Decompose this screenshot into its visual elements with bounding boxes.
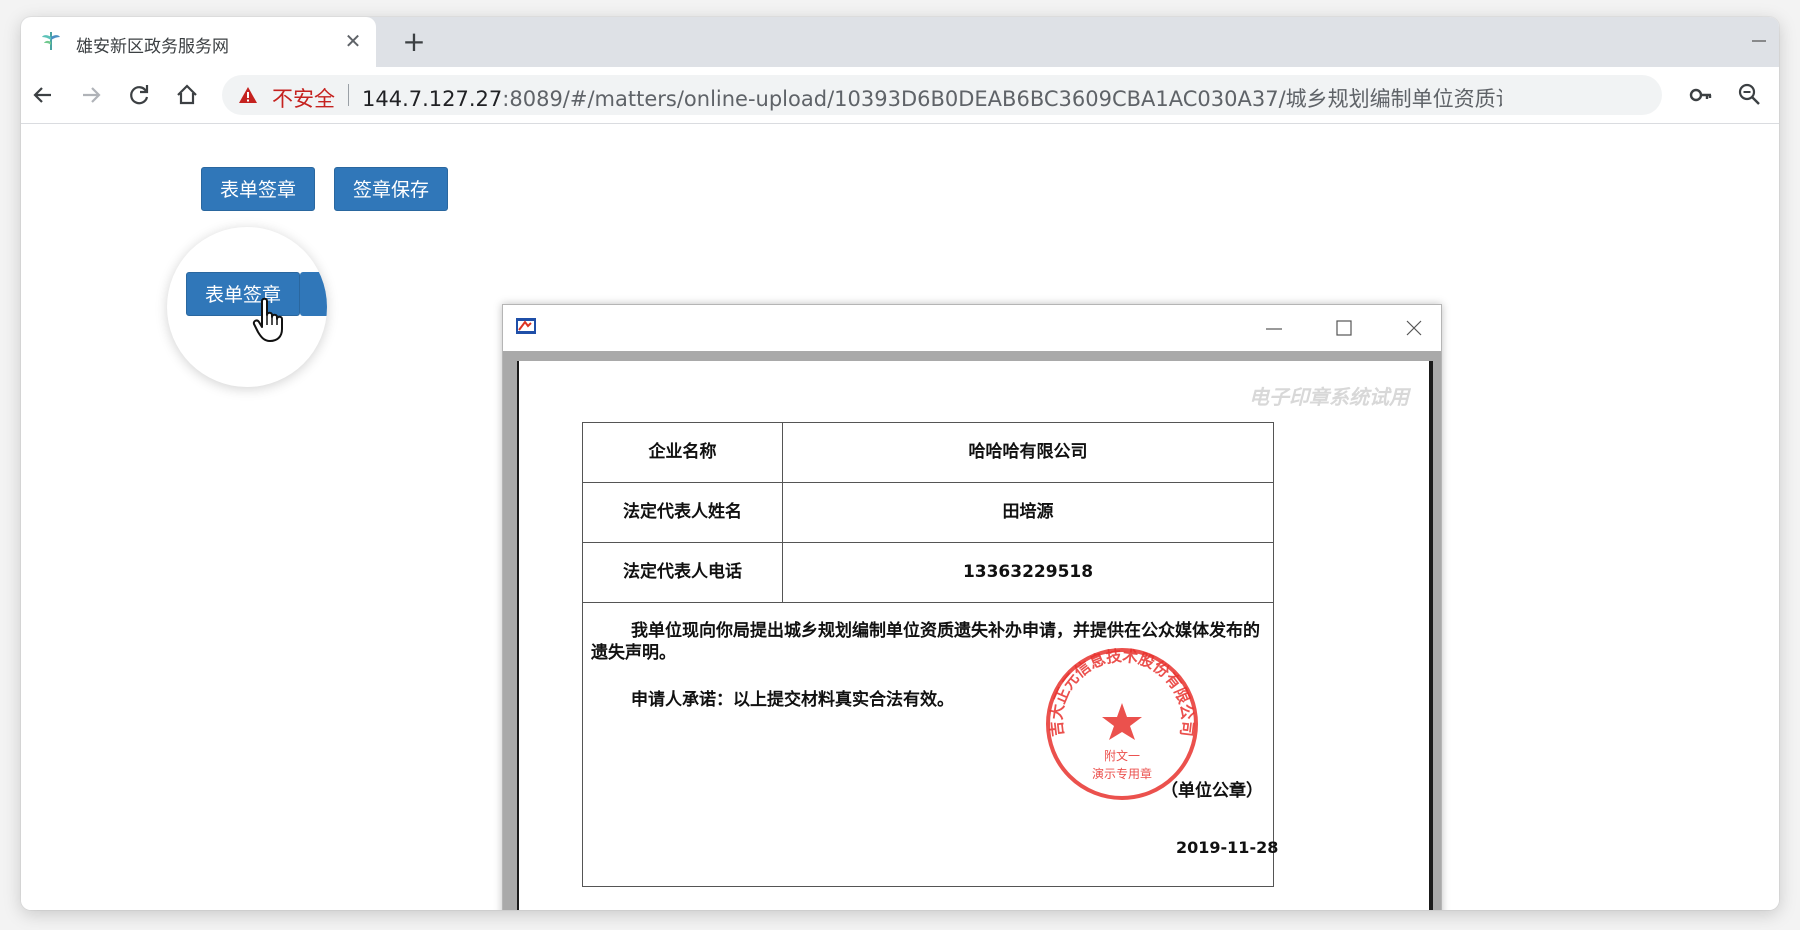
company-name-label: 企业名称 [583,423,783,482]
zoom-out-icon[interactable] [1736,81,1762,107]
new-tab-button[interactable]: + [399,27,429,57]
seal-sub-text-1: 附文一 [1104,748,1140,763]
not-secure-label[interactable]: 不安全 [272,83,335,113]
url-host: 144.7.127.27 [362,87,503,111]
click-highlight-magnifier: 表单签章 [167,227,327,387]
application-form-table: 企业名称 哈哈哈有限公司 法定代表人姓名 田培源 法定代表人电话 1336322… [582,422,1278,887]
sign-save-button[interactable]: 签章保存 [334,167,449,211]
trial-watermark: 电子印章系统试用 [1249,385,1409,409]
tab-title: 雄安新区政务服务网 [76,37,229,57]
form-sign-button[interactable]: 表单签章 [201,167,316,211]
home-icon[interactable] [173,81,201,109]
document-viewer[interactable]: 电子印章系统试用 企业名称 哈哈哈有限公司 法定代表人姓名 田培源 法定代表人电… [503,351,1441,910]
seal-label: （单位公章） [1161,781,1263,801]
signature-app-icon [516,318,536,334]
minimize-window-icon[interactable] [1749,31,1769,51]
url-text[interactable]: 144.7.127.27:8089/#/matters/online-uploa… [362,83,1502,113]
close-tab-icon[interactable]: ✕ [341,29,365,53]
back-arrow-icon[interactable] [29,81,57,109]
forward-arrow-icon[interactable] [77,81,105,109]
hand-cursor-icon [252,297,283,342]
browser-toolbar: 不安全 144.7.127.27:8089/#/matters/online-u… [21,67,1779,124]
reload-icon[interactable] [125,81,153,109]
signature-app-window: 电子印章系统试用 企业名称 哈哈哈有限公司 法定代表人姓名 田培源 法定代表人电… [502,304,1442,910]
favicon-icon [42,32,60,50]
legal-rep-name-value: 田培源 [1002,502,1054,522]
address-bar[interactable]: 不安全 144.7.127.27:8089/#/matters/online-u… [222,75,1662,115]
signature-window-titlebar [503,305,1441,351]
table-row: 法定代表人电话 13363229518 [583,543,1273,603]
omnibox-separator [348,84,349,106]
table-row: 企业名称 哈哈哈有限公司 [583,423,1273,483]
legal-rep-phone-value: 13363229518 [962,562,1094,582]
url-path: :8089/#/matters/online-upload/10393D6B0D… [502,87,1502,111]
company-name-value: 哈哈哈有限公司 [968,442,1088,462]
signature-maximize-icon[interactable] [1333,317,1355,339]
signature-minimize-icon[interactable] [1263,317,1285,339]
magnified-sign-save-button-edge [300,272,327,316]
browser-window: 雄安新区政务服务网 ✕ + 不安全 144.7.127.27:8089/#/ma… [21,17,1779,910]
warning-icon [239,87,257,103]
signature-close-icon[interactable] [1403,317,1425,339]
document-page: 电子印章系统试用 企业名称 哈哈哈有限公司 法定代表人姓名 田培源 法定代表人电… [517,361,1433,910]
browser-tab[interactable]: 雄安新区政务服务网 ✕ [21,17,376,67]
page-content: 表单签章 签章保存 表单签章 电子印章系统试用 企业名称 哈哈哈有限公司 法定代… [21,124,1779,910]
sign-date: 2019-11-28 [1176,838,1279,857]
tab-strip: 雄安新区政务服务网 ✕ + [21,17,1779,67]
table-row: 法定代表人姓名 田培源 [583,483,1273,543]
key-icon[interactable] [1688,82,1714,108]
legal-rep-phone-label: 法定代表人电话 [583,543,783,602]
seal-sub-text-2: 演示专用章 [1092,766,1152,781]
applicant-promise: 申请人承诺：以上提交材料真实合法有效。 [631,690,954,710]
legal-rep-name-label: 法定代表人姓名 [583,483,783,542]
